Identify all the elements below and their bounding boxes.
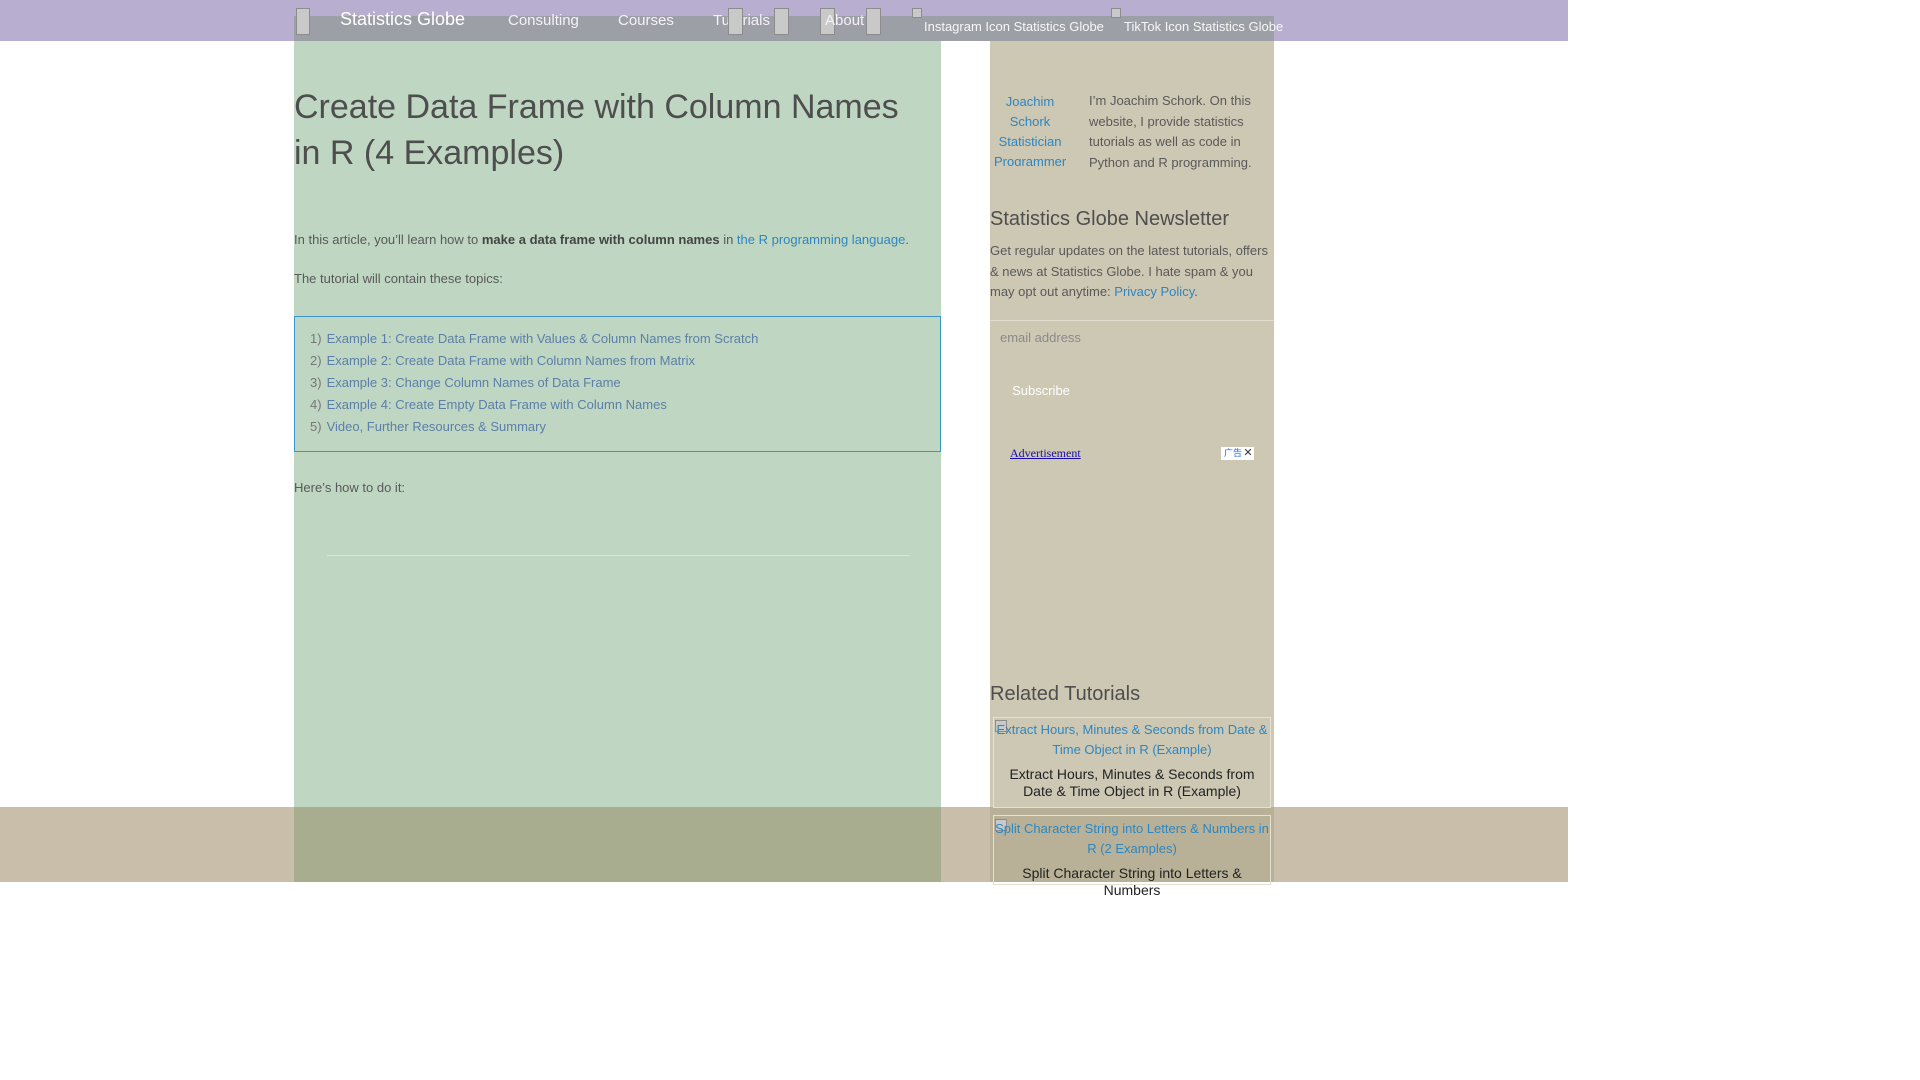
tiktok-icon[interactable] (1111, 8, 1121, 18)
toc-item-3[interactable]: 3) Example 3: Change Column Names of Data… (310, 375, 621, 390)
toc-number: 3) (310, 375, 322, 390)
search-icon[interactable] (774, 8, 789, 35)
nav-item-courses[interactable]: Courses (618, 12, 674, 29)
related-tutorials-heading: Related Tutorials (990, 683, 1141, 705)
intro-bold-text: make a data frame with column names (481, 232, 720, 247)
r-language-link[interactable]: the R programming language (737, 232, 905, 247)
newsletter-heading: Statistics Globe Newsletter (990, 208, 1229, 230)
howto-text: Here’s how to do it: (294, 480, 406, 495)
content-divider (327, 555, 910, 556)
advertisement-link[interactable]: Advertisement (1010, 446, 1081, 461)
toc-item-4[interactable]: 4) Example 4: Create Empty Data Frame wit… (310, 397, 667, 412)
email-field[interactable]: email address (990, 320, 1274, 354)
author-photo[interactable]: Joachim Schork Statistician Programmer (994, 92, 1066, 166)
toc-number: 2) (310, 353, 322, 368)
toc-item-5[interactable]: 5) Video, Further Resources & Summary (310, 419, 546, 434)
newsletter-text-end: . (1194, 284, 1198, 299)
close-icon[interactable]: ✕ (1242, 447, 1254, 460)
toc-item-2[interactable]: 2) Example 2: Create Data Frame with Colu… (310, 353, 695, 368)
site-brand[interactable]: Statistics Globe (340, 9, 465, 30)
nav-item-about[interactable]: About (825, 12, 864, 29)
toc-label[interactable]: Example 1: Create Data Frame with Values… (327, 331, 759, 346)
site-logo-icon[interactable] (296, 8, 310, 35)
nav-item-consulting[interactable]: Consulting (508, 12, 579, 29)
newsletter-description: Get regular updates on the latest tutori… (990, 241, 1278, 303)
menu-icon[interactable] (866, 8, 881, 35)
related-card-image[interactable]: Extract Hours, Minutes & Seconds from Da… (994, 720, 1270, 760)
subscribe-button[interactable]: Subscribe (1001, 375, 1081, 407)
tutorials-icon[interactable] (728, 8, 743, 35)
intro-text-start: In this article, you’ll learn how to (294, 232, 482, 247)
instagram-link[interactable]: Instagram Icon Statistics Globe (924, 19, 1104, 34)
privacy-policy-link[interactable]: Privacy Policy (1114, 284, 1194, 299)
toc-label[interactable]: Example 4: Create Empty Data Frame with … (327, 397, 667, 412)
toc-number: 1) (310, 331, 322, 346)
related-card-title[interactable]: Extract Hours, Minutes & Seconds from Da… (994, 766, 1270, 799)
toc-label[interactable]: Video, Further Resources & Summary (327, 419, 546, 434)
main-content-footer-overlay (294, 807, 941, 882)
related-card-image[interactable]: Split Character String into Letters & Nu… (994, 819, 1270, 859)
tiktok-link[interactable]: TikTok Icon Statistics Globe (1124, 19, 1283, 34)
toc-label[interactable]: Example 3: Change Column Names of Data F… (327, 375, 621, 390)
page-title: Create Data Frame with Column Names in R… (294, 88, 899, 172)
toc-item-1[interactable]: 1) Example 1: Create Data Frame with Valu… (310, 331, 758, 346)
topics-intro: The tutorial will contain these topics: (294, 271, 503, 286)
instagram-icon[interactable] (912, 8, 922, 18)
author-bio: I’m Joachim Schork. On this website, I p… (1089, 93, 1252, 170)
toc-label[interactable]: Example 2: Create Data Frame with Column… (327, 353, 695, 368)
table-of-contents: 1) Example 1: Create Data Frame with Valu… (294, 316, 941, 452)
related-card-title[interactable]: Split Character String into Letters & Nu… (994, 865, 1270, 898)
toc-number: 5) (310, 419, 322, 434)
toc-number: 4) (310, 397, 322, 412)
intro-text-middle: in (719, 232, 737, 247)
intro-paragraph: In this article, you’ll learn how to mak… (294, 232, 909, 247)
intro-text-end: . (905, 232, 909, 247)
